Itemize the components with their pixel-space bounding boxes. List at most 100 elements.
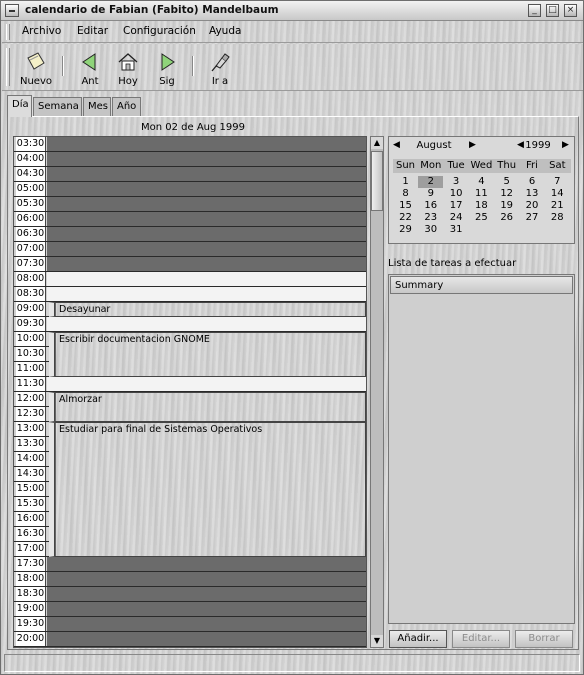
time-slot[interactable]	[47, 617, 366, 631]
time-row[interactable]: 04:00	[14, 152, 366, 167]
time-slot[interactable]	[47, 167, 366, 181]
calendar-day[interactable]: 7	[545, 176, 570, 188]
maximize-icon[interactable]: □	[546, 4, 559, 17]
event-item[interactable]: Estudiar para final de Sistemas Operativ…	[49, 422, 366, 557]
time-slot[interactable]	[47, 602, 366, 616]
scroll-thumb[interactable]	[371, 151, 383, 211]
calendar-day[interactable]: 29	[393, 224, 418, 236]
time-slot[interactable]	[47, 197, 366, 211]
calendar-day[interactable]: 8	[393, 188, 418, 200]
calendar-day[interactable]: 6	[520, 176, 545, 188]
time-slot[interactable]	[47, 317, 366, 331]
time-slot[interactable]	[47, 587, 366, 601]
tab-ano[interactable]: Año	[112, 97, 141, 116]
calendar-day[interactable]: 28	[545, 212, 570, 224]
calendar-day[interactable]: 10	[444, 188, 469, 200]
time-row[interactable]: 03:30	[14, 137, 366, 152]
time-row[interactable]: 11:30	[14, 377, 366, 392]
calendar-day[interactable]: 18	[469, 200, 494, 212]
time-row[interactable]: 08:00	[14, 272, 366, 287]
time-row[interactable]: 06:30	[14, 227, 366, 242]
calendar-day[interactable]: 5	[494, 176, 519, 188]
time-slot[interactable]	[47, 227, 366, 241]
calendar-day[interactable]: 14	[545, 188, 570, 200]
calendar-day[interactable]: 9	[418, 188, 443, 200]
delete-task-button[interactable]: Borrar	[515, 630, 573, 648]
new-button[interactable]: Nuevo	[14, 48, 58, 88]
time-row[interactable]: 05:30	[14, 197, 366, 212]
title-bar[interactable]: calendario de Fabian (Fabito) Mandelbaum…	[1, 1, 583, 21]
time-slot[interactable]	[47, 377, 366, 391]
calendar-day[interactable]: 3	[444, 176, 469, 188]
menu-configuracion[interactable]: Configuración	[123, 25, 196, 37]
time-row[interactable]: 09:30	[14, 317, 366, 332]
scroll-up-icon[interactable]: ▲	[371, 137, 383, 149]
event-item[interactable]: Escribir documentacion GNOME	[49, 332, 366, 377]
time-slot[interactable]	[47, 152, 366, 166]
time-slot[interactable]	[47, 242, 366, 256]
calendar-day[interactable]: 1	[393, 176, 418, 188]
menubar-grip[interactable]	[6, 24, 10, 40]
next-year-icon[interactable]: ▶	[562, 140, 569, 150]
event-item[interactable]: Desayunar	[49, 302, 366, 317]
calendar-day[interactable]: 26	[494, 212, 519, 224]
time-row[interactable]: 18:30	[14, 587, 366, 602]
time-slot[interactable]	[47, 632, 366, 646]
calendar-day[interactable]: 4	[469, 176, 494, 188]
todo-list[interactable]: Summary	[388, 274, 575, 624]
calendar-day[interactable]: 17	[444, 200, 469, 212]
next-button[interactable]: Sig	[145, 48, 189, 88]
time-slot[interactable]	[47, 557, 366, 571]
tab-dia[interactable]: Día	[7, 95, 32, 117]
today-button[interactable]: Hoy	[106, 48, 150, 88]
calendar-day[interactable]: 31	[444, 224, 469, 236]
time-row[interactable]: 04:30	[14, 167, 366, 182]
time-row[interactable]: 07:00	[14, 242, 366, 257]
window-menu-icon[interactable]	[5, 4, 19, 17]
calendar-day[interactable]: 22	[393, 212, 418, 224]
time-row[interactable]: 19:00	[14, 602, 366, 617]
calendar-day[interactable]: 23	[418, 212, 443, 224]
calendar-day[interactable]: 21	[545, 200, 570, 212]
time-row[interactable]: 19:30	[14, 617, 366, 632]
time-slot[interactable]	[47, 287, 366, 301]
event-item[interactable]: Almorzar	[49, 392, 366, 422]
calendar-day[interactable]: 30	[418, 224, 443, 236]
minimize-icon[interactable]: _	[528, 4, 541, 17]
tab-mes[interactable]: Mes	[83, 97, 111, 116]
edit-task-button[interactable]: Editar...	[452, 630, 510, 648]
day-view-grid[interactable]: 03:30 04:00 04:30 05:00 05:30 06:00 06:30 07:00…	[13, 136, 367, 648]
day-view-scrollbar[interactable]: ▲ ▼	[370, 136, 384, 648]
calendar-day[interactable]: 15	[393, 200, 418, 212]
menu-ayuda[interactable]: Ayuda	[209, 25, 241, 37]
time-slot[interactable]	[47, 182, 366, 196]
calendar-day[interactable]: 16	[418, 200, 443, 212]
calendar-day[interactable]: 20	[520, 200, 545, 212]
time-row[interactable]: 05:00	[14, 182, 366, 197]
toolbar-grip[interactable]	[6, 48, 10, 86]
next-month-icon[interactable]: ▶	[469, 140, 476, 150]
calendar-day[interactable]: 24	[444, 212, 469, 224]
calendar-day[interactable]: 13	[520, 188, 545, 200]
calendar-day[interactable]: 19	[494, 200, 519, 212]
time-slot[interactable]	[47, 572, 366, 586]
time-row[interactable]: 08:30	[14, 287, 366, 302]
time-slot[interactable]	[47, 272, 366, 286]
calendar-day[interactable]: 12	[494, 188, 519, 200]
time-row[interactable]: 18:00	[14, 572, 366, 587]
summary-column-header[interactable]: Summary	[390, 276, 573, 294]
close-icon[interactable]: ×	[564, 4, 577, 17]
calendar-day[interactable]: 11	[469, 188, 494, 200]
time-slot[interactable]	[47, 257, 366, 271]
time-row[interactable]: 07:30	[14, 257, 366, 272]
time-slot[interactable]	[47, 212, 366, 226]
prev-month-icon[interactable]: ◀	[393, 140, 400, 150]
menu-editar[interactable]: Editar	[77, 25, 108, 37]
calendar-day[interactable]: 2	[418, 176, 444, 188]
menu-archivo[interactable]: Archivo	[22, 25, 61, 37]
time-slot[interactable]	[47, 137, 366, 151]
add-task-button[interactable]: Añadir...	[389, 630, 447, 648]
calendar-day[interactable]: 27	[520, 212, 545, 224]
calendar-day[interactable]: 25	[469, 212, 494, 224]
tab-semana[interactable]: Semana	[33, 97, 82, 116]
